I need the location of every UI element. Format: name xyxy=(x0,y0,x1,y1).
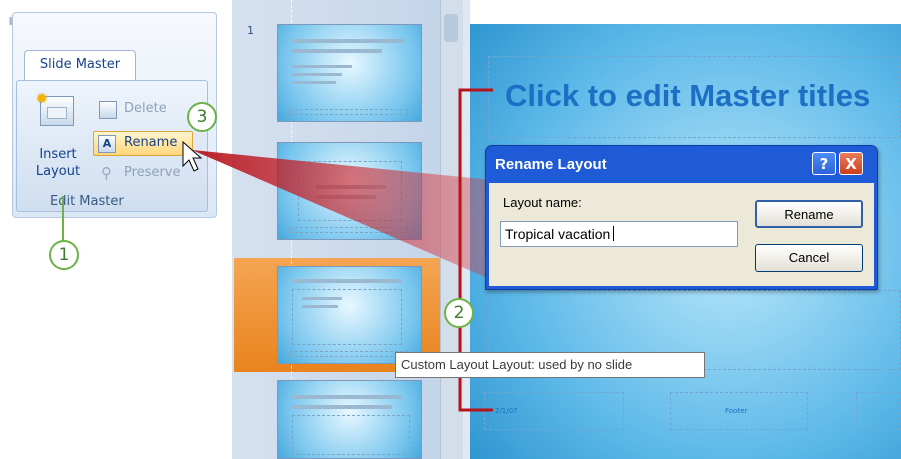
mouse-pointer-icon xyxy=(182,140,203,172)
mouse-cursor-layer xyxy=(182,140,203,172)
